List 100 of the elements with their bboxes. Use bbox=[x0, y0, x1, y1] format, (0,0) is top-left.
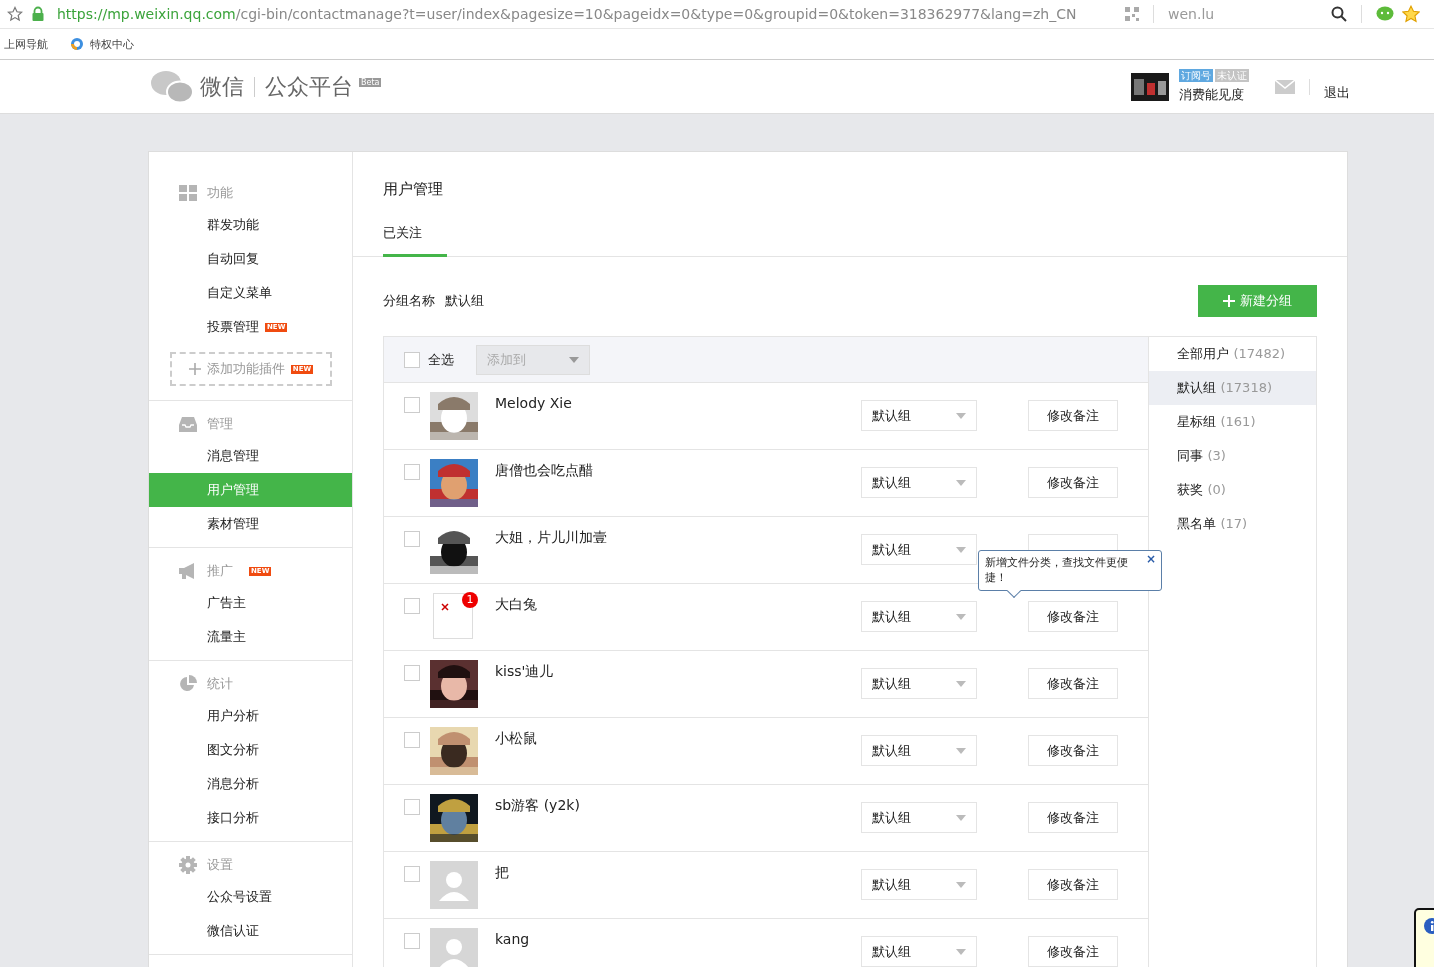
account-tag: 订阅号 bbox=[1179, 69, 1213, 82]
account-name: 消费能见度 bbox=[1179, 86, 1245, 104]
group-item[interactable]: 默认组 (17318) bbox=[1149, 371, 1316, 405]
nav-item[interactable]: 群发功能 bbox=[149, 208, 352, 242]
nav-item[interactable]: 自定义菜单 bbox=[149, 276, 352, 310]
pie-chart-icon bbox=[179, 675, 197, 693]
nav-item[interactable]: 消息分析 bbox=[149, 767, 352, 801]
edit-remark-button[interactable]: 修改备注 bbox=[1028, 400, 1118, 431]
group-dropdown[interactable]: 默认组 bbox=[861, 534, 977, 565]
caret-icon bbox=[956, 680, 966, 687]
row-checkbox[interactable] bbox=[404, 464, 420, 480]
caret-icon bbox=[956, 948, 966, 955]
gear-icon bbox=[179, 856, 197, 874]
row-checkbox[interactable] bbox=[404, 598, 420, 614]
user-name: Melody Xie bbox=[495, 395, 573, 411]
group-dropdown[interactable]: 默认组 bbox=[861, 400, 977, 431]
plus-icon bbox=[188, 363, 201, 375]
caret-icon bbox=[956, 814, 966, 821]
tab[interactable]: 已关注 bbox=[383, 218, 447, 257]
group-item[interactable]: 黑名单 (17) bbox=[1149, 507, 1316, 541]
nav-item[interactable]: 图文分析 bbox=[149, 733, 352, 767]
group-item[interactable]: 全部用户 (17482) bbox=[1149, 337, 1316, 371]
mail-icon[interactable] bbox=[1275, 79, 1295, 94]
logo-text: 微信 bbox=[200, 72, 244, 101]
edit-remark-button[interactable]: 修改备注 bbox=[1028, 467, 1118, 498]
lock-icon bbox=[31, 6, 45, 22]
default-avatar-icon bbox=[430, 861, 478, 909]
section-title: 统计 bbox=[207, 675, 233, 693]
user-name: 把 bbox=[495, 864, 510, 882]
select-all-checkbox[interactable] bbox=[404, 351, 420, 368]
group-dropdown[interactable]: 默认组 bbox=[861, 735, 977, 766]
group-dropdown[interactable]: 默认组 bbox=[861, 869, 977, 900]
nav-item[interactable]: 用户分析 bbox=[149, 699, 352, 733]
account-avatar bbox=[1131, 72, 1169, 101]
beta-badge: Beta bbox=[359, 77, 382, 87]
row-checkbox[interactable] bbox=[404, 397, 420, 413]
nav-item[interactable]: 流量主 bbox=[149, 620, 352, 654]
user-name: sb游客 (y2k) bbox=[495, 797, 581, 815]
user-name: 大白兔 bbox=[495, 596, 538, 614]
select-all-label: 全选 bbox=[428, 350, 454, 369]
caret-icon bbox=[956, 546, 966, 553]
section-title: 推广 bbox=[207, 562, 233, 580]
group-dropdown[interactable]: 默认组 bbox=[861, 601, 977, 632]
user-name: 小松鼠 bbox=[495, 730, 538, 748]
group-item[interactable]: 获奖 (0) bbox=[1149, 473, 1316, 507]
row-checkbox[interactable] bbox=[404, 732, 420, 748]
user-name: kiss'迪儿 bbox=[495, 663, 555, 681]
nav-item[interactable]: 消息管理 bbox=[149, 439, 352, 473]
nav-item[interactable]: 公众号设置 bbox=[149, 880, 352, 914]
group-item[interactable]: 同事 (3) bbox=[1149, 439, 1316, 473]
row-checkbox[interactable] bbox=[404, 866, 420, 882]
row-checkbox[interactable] bbox=[404, 665, 420, 681]
edit-remark-button[interactable]: 修改备注 bbox=[1028, 601, 1118, 632]
row-checkbox[interactable] bbox=[404, 531, 420, 547]
logout-link[interactable]: 退出 bbox=[1324, 83, 1350, 102]
bookmark-link[interactable]: 上网导航 bbox=[4, 36, 48, 52]
edit-remark-button[interactable]: 修改备注 bbox=[1028, 735, 1118, 766]
nav-item[interactable]: 自动回复 bbox=[149, 242, 352, 276]
qr-code-icon[interactable] bbox=[1125, 7, 1139, 21]
caret-icon bbox=[956, 412, 966, 419]
caret-icon bbox=[956, 479, 966, 486]
nav-item[interactable]: 微信认证 bbox=[149, 914, 352, 948]
section-title: 管理 bbox=[207, 415, 233, 433]
group-dropdown[interactable]: 默认组 bbox=[861, 668, 977, 699]
close-button[interactable]: × bbox=[1145, 552, 1156, 567]
user-name: 唐僧也会吃点醋 bbox=[495, 462, 594, 480]
edit-remark-button[interactable]: 修改备注 bbox=[1028, 869, 1118, 900]
edit-remark-button[interactable]: 修改备注 bbox=[1028, 936, 1118, 967]
globe-icon bbox=[70, 37, 84, 51]
nav-item[interactable]: 接口分析 bbox=[149, 801, 352, 835]
group-label: 分组名称 bbox=[383, 292, 435, 310]
nav-item[interactable]: 广告主 bbox=[149, 586, 352, 620]
group-dropdown[interactable]: 默认组 bbox=[861, 936, 977, 967]
chat-bubble-icon[interactable] bbox=[1376, 6, 1394, 22]
bookmark-star-icon[interactable] bbox=[7, 6, 23, 22]
user-name: 大姐，片儿川加壹 bbox=[495, 529, 608, 547]
page-title: 用户管理 bbox=[382, 179, 444, 200]
caret-icon bbox=[956, 881, 966, 888]
group-dropdown[interactable]: 默认组 bbox=[861, 802, 977, 833]
section-title: 功能 bbox=[207, 184, 233, 202]
plus-icon bbox=[1223, 295, 1235, 307]
inbox-icon bbox=[179, 416, 197, 432]
row-checkbox[interactable] bbox=[404, 933, 420, 949]
edit-remark-button[interactable]: 修改备注 bbox=[1028, 802, 1118, 833]
bookmark-link[interactable]: 特权中心 bbox=[90, 36, 134, 52]
row-checkbox[interactable] bbox=[404, 799, 420, 815]
group-name: 默认组 bbox=[445, 292, 484, 310]
group-item[interactable]: 星标组 (161) bbox=[1149, 405, 1316, 439]
address-field[interactable]: https://mp.weixin.qq.com/cgi-bin/contactmanage?t=user/index&pagesize=10&pageidx=0&type=0&groupid=0&token=318362977&lang=zh_CN bbox=[57, 6, 1117, 22]
nav-item[interactable]: 素材管理 bbox=[149, 507, 352, 541]
edit-remark-button[interactable]: 修改备注 bbox=[1028, 668, 1118, 699]
search-icon[interactable] bbox=[1331, 6, 1347, 22]
caret-icon bbox=[569, 356, 579, 363]
chat-bubbles-icon bbox=[150, 69, 194, 104]
favorite-star-icon[interactable] bbox=[1402, 5, 1420, 23]
broken-image-icon bbox=[433, 593, 473, 639]
unread-badge: 1 bbox=[462, 592, 478, 608]
group-dropdown[interactable]: 默认组 bbox=[861, 467, 977, 498]
megaphone-icon bbox=[179, 563, 197, 579]
product-title: 公众平台 bbox=[265, 72, 353, 101]
